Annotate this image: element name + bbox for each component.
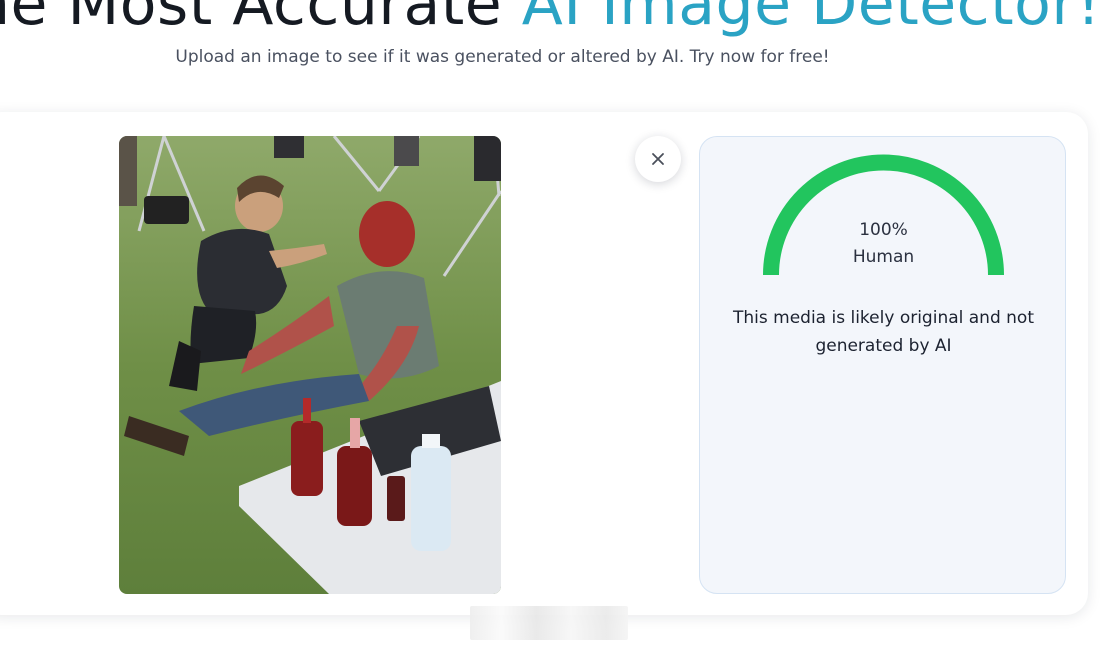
hero-title-accent: AI Image Detector! xyxy=(521,0,1100,39)
uploaded-photo-illustration xyxy=(119,136,501,594)
score-label: Human xyxy=(852,247,915,267)
uploaded-image xyxy=(119,136,501,594)
page: he Most Accurate AI Image Detector! Uplo… xyxy=(0,0,1100,651)
close-icon xyxy=(652,153,664,165)
hero-title-prefix: he Most Accurate xyxy=(0,0,503,39)
close-button[interactable] xyxy=(635,136,681,182)
score-percent: 100% xyxy=(859,220,908,240)
result-panel: 100% Human This media is likely original… xyxy=(699,136,1066,594)
hero-title: he Most Accurate AI Image Detector! xyxy=(0,0,1100,34)
verdict-text: This media is likely original and not ge… xyxy=(733,308,1034,356)
page-subtitle: Upload an image to see if it was generat… xyxy=(175,47,830,67)
image-artifact xyxy=(470,606,628,640)
